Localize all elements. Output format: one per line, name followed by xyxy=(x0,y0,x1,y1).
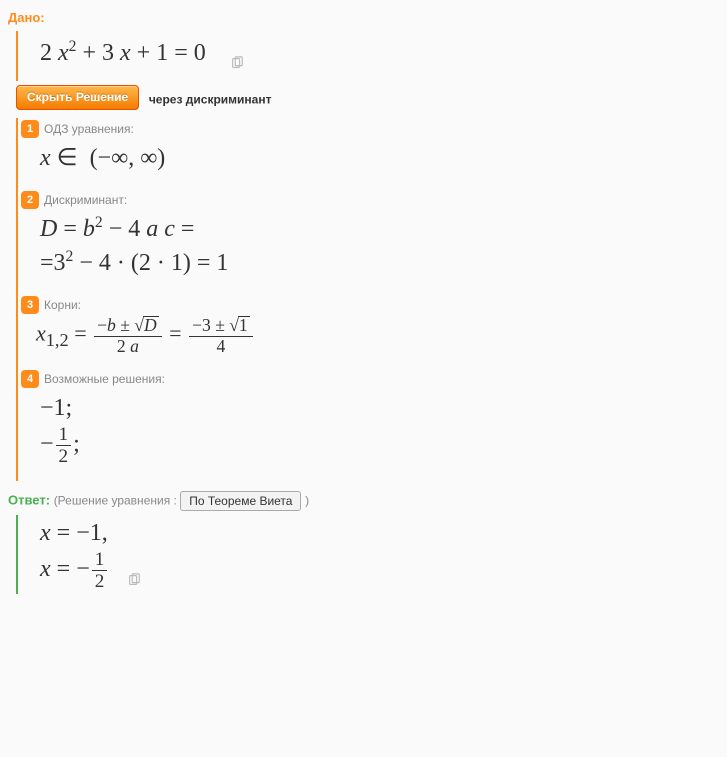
method-label: через дискриминант xyxy=(149,92,272,106)
answer-row: Ответ: (Решение уравнения : По Теореме В… xyxy=(8,491,719,511)
step-4: 4 Возможные решения: −1; − 1 2 ; xyxy=(32,368,719,481)
given-block: 2 x2 + 3 x + 1 = 0 xyxy=(16,31,719,81)
step-2-body: D = b2 − 4 a c = =32 − 4 · (2 · 1) = 1 xyxy=(32,207,719,290)
given-equation: 2 x2 + 3 x + 1 = 0 xyxy=(40,40,206,66)
solution-2-den: 2 xyxy=(56,446,72,466)
step-4-body: −1; − 1 2 ; xyxy=(32,386,719,477)
hide-solution-button[interactable]: Скрыть Решение xyxy=(16,85,139,110)
vieta-button[interactable]: По Теореме Виета xyxy=(180,491,301,511)
answer-body: x = −1, x = − 1 2 xyxy=(32,515,719,594)
answer-label: Ответ: xyxy=(8,492,50,507)
step-badge-1: 1 xyxy=(21,120,39,138)
given-equation-row: 2 x2 + 3 x + 1 = 0 xyxy=(32,31,719,81)
step-4-title: Возможные решения: xyxy=(32,370,165,386)
copy-icon[interactable] xyxy=(230,47,244,61)
step-badge-4: 4 xyxy=(21,370,39,388)
step-3-title: Корни: xyxy=(32,296,81,312)
answer-line-2: x = − 1 2 xyxy=(40,556,109,582)
answer-2-den: 2 xyxy=(92,571,108,591)
step-2: 2 Дискриминант: D = b2 − 4 a c = =32 − 4… xyxy=(32,189,719,294)
answer-2-num: 1 xyxy=(92,550,108,571)
step-2-title: Дискриминант: xyxy=(32,191,127,207)
copy-icon[interactable] xyxy=(127,564,141,578)
step-1-title: ОДЗ уравнения: xyxy=(32,120,134,136)
solution-1: −1; xyxy=(40,392,719,426)
answer-line-1: x = −1, xyxy=(40,520,108,546)
steps-block: 1 ОДЗ уравнения: x ∈ (−∞, ∞) 2 Дискримин… xyxy=(16,118,719,481)
step-badge-3: 3 xyxy=(21,296,39,314)
given-label: Дано: xyxy=(8,10,719,25)
step-1-body: x ∈ (−∞, ∞) xyxy=(32,136,719,186)
step-3-body: x1,2 = −b ± √D 2 a = −3 ± √1 4 xyxy=(32,312,719,363)
step-badge-2: 2 xyxy=(21,191,39,209)
step-1: 1 ОДЗ уравнения: x ∈ (−∞, ∞) xyxy=(32,118,719,190)
solution-2: − 1 2 ; xyxy=(40,425,719,466)
answer-block: x = −1, x = − 1 2 xyxy=(16,515,719,594)
answer-paren-pre: (Решение уравнения : xyxy=(54,493,181,507)
method-row: Скрыть Решение через дискриминант xyxy=(16,81,719,118)
solution-2-num: 1 xyxy=(56,425,72,446)
solution-2-post: ; xyxy=(73,431,80,457)
answer-paren-post: ) xyxy=(305,493,309,507)
solution-2-sign: − xyxy=(40,431,54,457)
step-3: 3 Корни: x1,2 = −b ± √D 2 a = −3 ± √1 4 xyxy=(32,294,719,367)
